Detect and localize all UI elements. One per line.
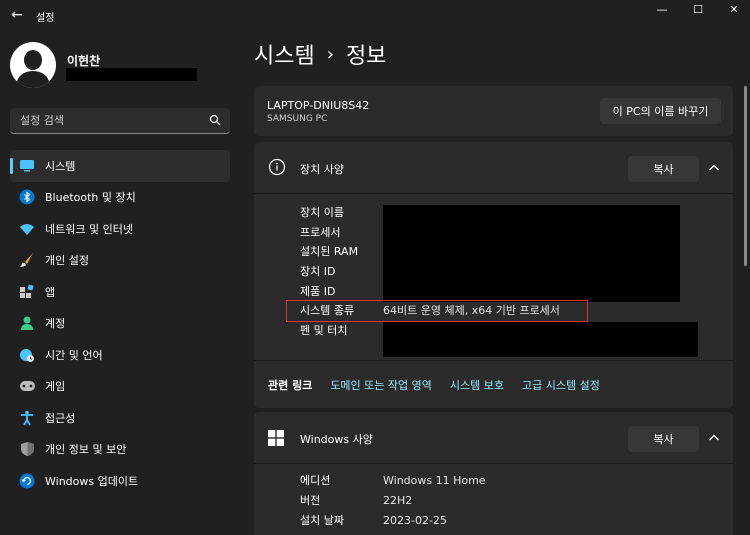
chevron-up-icon[interactable] — [706, 430, 722, 446]
shield-icon — [18, 440, 36, 458]
back-button[interactable]: ← — [6, 4, 28, 26]
spec-label: 설치 날짜 — [300, 514, 344, 527]
wifi-icon — [18, 220, 36, 238]
link-system-protection[interactable]: 시스템 보호 — [450, 377, 504, 393]
accessibility-icon — [18, 409, 36, 427]
device-specs-title: 장치 사양 — [300, 163, 344, 176]
brush-icon — [18, 251, 36, 269]
sidebar-item-label: 게임 — [45, 380, 66, 394]
maximize-icon: ☐ — [693, 3, 703, 16]
sidebar-item-system[interactable]: 시스템 — [10, 150, 230, 182]
user-name: 이현찬 — [67, 54, 101, 68]
minimize-icon: — — [656, 3, 668, 16]
user-email-redacted — [66, 68, 197, 81]
copy-device-specs-button[interactable]: 복사 — [628, 156, 699, 182]
link-domain-workgroup[interactable]: 도메인 또는 작업 영역 — [330, 377, 432, 393]
device-name: LAPTOP-DNIU8S42 — [267, 99, 370, 112]
spec-label: 장치 ID — [300, 264, 336, 278]
search-box[interactable] — [10, 108, 230, 134]
bluetooth-icon — [18, 188, 36, 206]
device-specs-header[interactable]: 장치 사양 복사 — [254, 142, 733, 194]
windows-logo-icon — [268, 430, 284, 446]
spec-row: 버전 22H2 — [300, 490, 486, 510]
scrollbar[interactable] — [744, 86, 747, 266]
related-links-bar: 관련 링크 도메인 또는 작업 영역 시스템 보호 고급 시스템 설정 — [254, 360, 733, 408]
spec-label: 버전 — [300, 494, 321, 507]
page-title: 정보 — [345, 44, 387, 69]
spec-label: 에디션 — [300, 474, 331, 487]
system-type-highlight — [286, 300, 588, 322]
breadcrumb: 시스템 › 정보 — [254, 38, 386, 70]
close-icon: ✕ — [729, 3, 739, 16]
sidebar-item-label: 개인 정보 및 보안 — [45, 443, 127, 457]
spec-row: 에디션 Windows 11 Home — [300, 470, 486, 490]
sidebar-item-accounts[interactable]: 계정 — [10, 308, 230, 340]
sidebar-item-label: 시스템 — [45, 159, 76, 173]
sidebar-nav: 시스템 Bluetooth 및 장치 네트워크 및 인터넷 개인 설정 앱 계정 — [10, 150, 230, 497]
sidebar-item-bluetooth[interactable]: Bluetooth 및 장치 — [10, 182, 230, 214]
spec-label: 장치 이름 — [300, 205, 344, 219]
sidebar-item-windows-update[interactable]: Windows 업데이트 — [10, 465, 230, 497]
search-icon[interactable] — [209, 114, 221, 126]
system-icon — [18, 157, 36, 175]
gamepad-icon — [18, 377, 36, 395]
sidebar-item-time-language[interactable]: 시간 및 언어 — [10, 339, 230, 371]
avatar-body — [17, 71, 49, 88]
account-icon — [18, 314, 36, 332]
back-arrow-icon: ← — [11, 7, 23, 23]
avatar[interactable] — [10, 42, 56, 88]
sidebar-item-label: Windows 업데이트 — [45, 474, 139, 488]
link-advanced-system-settings[interactable]: 고급 시스템 설정 — [522, 377, 600, 393]
app-title: 설정 — [36, 13, 55, 24]
apps-icon — [18, 283, 36, 301]
spec-value: Windows 11 Home — [383, 473, 486, 487]
info-icon — [268, 158, 286, 176]
device-model: SAMSUNG PC — [267, 114, 328, 124]
title-bar: ← 설정 — ☐ ✕ — [0, 0, 750, 32]
device-card: LAPTOP-DNIU8S42 SAMSUNG PC 이 PC의 이름 바꾸기 — [254, 86, 733, 136]
sidebar-item-apps[interactable]: 앱 — [10, 276, 230, 308]
spec-label: 펜 및 터치 — [300, 323, 348, 337]
sidebar-item-accessibility[interactable]: 접근성 — [10, 402, 230, 434]
spec-label: 프로세서 — [300, 225, 341, 239]
redacted-pen-touch-block — [383, 322, 698, 357]
breadcrumb-parent[interactable]: 시스템 — [254, 38, 315, 70]
avatar-head — [24, 50, 42, 70]
sidebar-item-label: 개인 설정 — [45, 254, 89, 268]
sidebar-item-network[interactable]: 네트워크 및 인터넷 — [10, 213, 230, 245]
copy-windows-specs-button[interactable]: 복사 — [628, 426, 699, 452]
windows-specs-card: Windows 사양 복사 에디션 Windows 11 Home 버전 22H… — [254, 412, 733, 535]
redacted-specs-block — [383, 205, 680, 302]
spec-row: 설치 날짜 2023-02-25 — [300, 510, 486, 530]
spec-value: 2023-02-25 — [383, 513, 447, 527]
update-icon — [18, 472, 36, 490]
sidebar-item-gaming[interactable]: 게임 — [10, 371, 230, 403]
close-button[interactable]: ✕ — [712, 0, 750, 20]
sidebar-item-label: 계정 — [45, 317, 66, 331]
sidebar-item-label: 앱 — [45, 285, 56, 299]
breadcrumb-separator-icon: › — [326, 43, 334, 65]
spec-value: 22H2 — [383, 493, 413, 507]
related-links-title: 관련 링크 — [268, 378, 313, 392]
sidebar-item-personalization[interactable]: 개인 설정 — [10, 245, 230, 277]
sidebar-item-privacy-security[interactable]: 개인 정보 및 보안 — [10, 434, 230, 466]
windows-specs-title: Windows 사양 — [300, 433, 373, 446]
search-input[interactable] — [10, 108, 210, 133]
sidebar-item-label: 접근성 — [45, 411, 76, 425]
sidebar-item-label: 시간 및 언어 — [45, 348, 103, 362]
spec-label: 제품 ID — [300, 284, 336, 298]
windows-specs-header[interactable]: Windows 사양 복사 — [254, 412, 733, 464]
windows-specs-list: 에디션 Windows 11 Home 버전 22H2 설치 날짜 2023-0… — [300, 470, 486, 530]
sidebar-item-label: 네트워크 및 인터넷 — [45, 222, 133, 236]
chevron-up-icon[interactable] — [706, 160, 722, 176]
sidebar-item-label: Bluetooth 및 장치 — [45, 191, 136, 205]
spec-label: 설치된 RAM — [300, 245, 359, 259]
rename-pc-button[interactable]: 이 PC의 이름 바꾸기 — [600, 98, 721, 124]
globe-clock-icon — [18, 346, 36, 364]
